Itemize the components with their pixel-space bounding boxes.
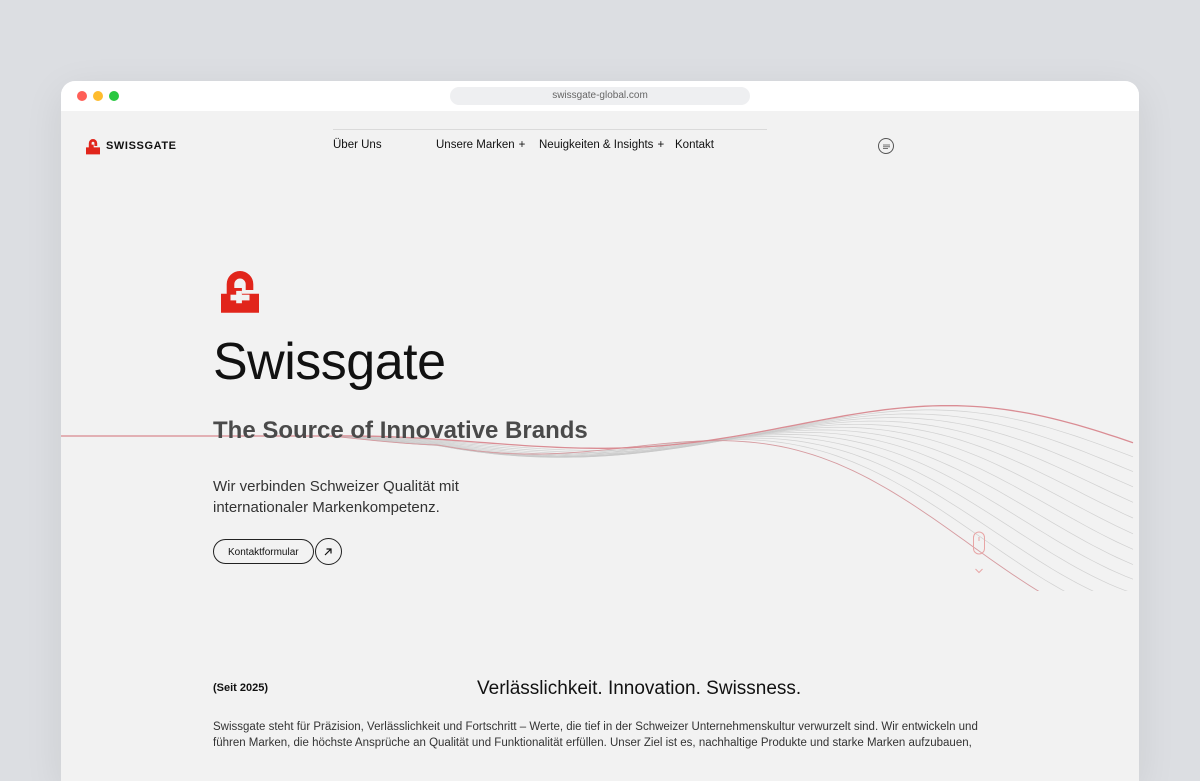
browser-titlebar: swissgate-global.com <box>61 81 1139 111</box>
contact-arrow-button[interactable] <box>314 538 342 565</box>
address-bar[interactable]: swissgate-global.com <box>450 87 750 105</box>
nav-item-label: Kontakt <box>675 139 714 151</box>
swissgate-logo-icon <box>86 139 100 155</box>
nav-item-unsere-marken[interactable]: Unsere Marken + <box>436 129 539 151</box>
contact-form-button[interactable]: Kontaktformular <box>213 539 314 564</box>
close-window-button[interactable] <box>77 91 87 101</box>
arrow-up-right-icon <box>324 547 332 555</box>
nav-item-neuigkeiten[interactable]: Neuigkeiten & Insights + <box>539 129 675 151</box>
browser-window: swissgate-global.com SWISSGATE Über Uns … <box>61 81 1139 781</box>
minimize-window-button[interactable] <box>93 91 103 101</box>
main-navigation: Über Uns Unsere Marken + Neuigkeiten & In… <box>333 129 767 151</box>
nav-item-label: Über Uns <box>333 139 382 151</box>
hero-title: Swissgate <box>213 333 446 391</box>
about-text: Swissgate steht für Präzision, Verlässli… <box>213 721 978 749</box>
nav-item-label: Neuigkeiten & Insights <box>539 139 654 151</box>
language-button[interactable] <box>878 138 894 154</box>
cta-group: Kontaktformular <box>213 538 342 565</box>
plus-icon: + <box>657 139 665 151</box>
founding-year: (Seit 2025) <box>213 682 269 694</box>
hero-subtitle: The Source of Innovative Brands <box>213 417 588 444</box>
maximize-window-button[interactable] <box>109 91 119 101</box>
nav-item-kontakt[interactable]: Kontakt <box>675 129 767 151</box>
hero-description: Wir verbinden Schweizer Qualität mit int… <box>213 478 459 516</box>
swissgate-emblem-icon <box>221 270 259 313</box>
website-page: SWISSGATE Über Uns Unsere Marken + Neuigk… <box>61 111 1139 781</box>
scroll-down-icon[interactable] <box>972 531 986 579</box>
brand-name: SWISSGATE <box>106 140 177 152</box>
site-logo[interactable]: SWISSGATE <box>86 136 177 156</box>
plus-icon: + <box>518 139 526 151</box>
tagline: Verlässlichkeit. Innovation. Swissness. <box>477 678 802 699</box>
nav-item-ueber-uns[interactable]: Über Uns <box>333 129 436 151</box>
chat-bubble-icon <box>882 144 890 149</box>
nav-item-label: Unsere Marken <box>436 139 515 151</box>
